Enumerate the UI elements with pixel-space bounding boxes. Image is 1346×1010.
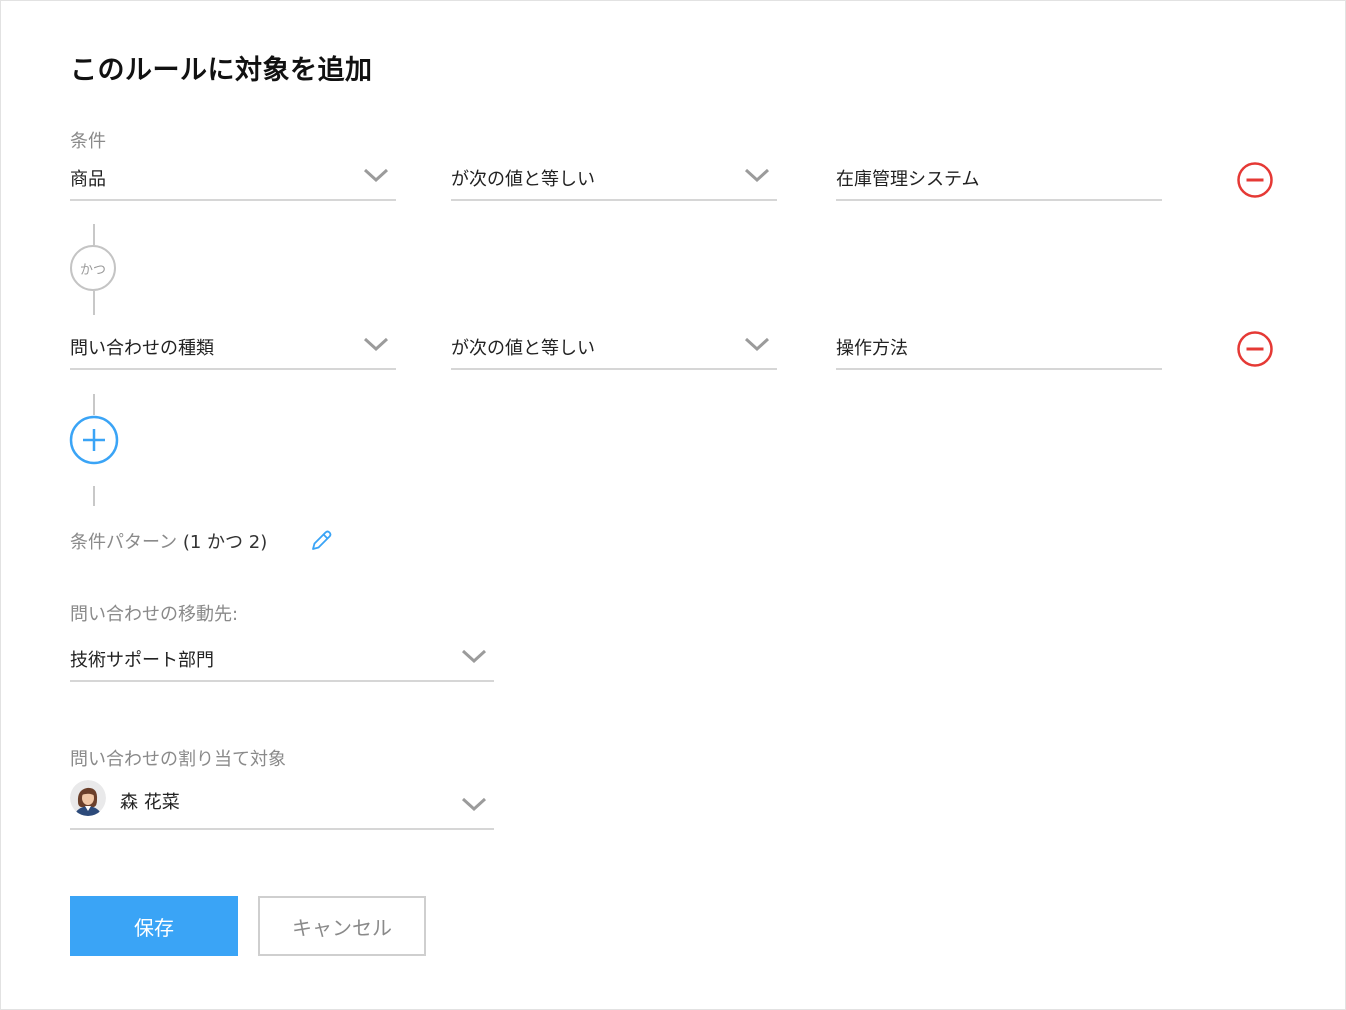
connector-line — [93, 291, 95, 315]
routing-label: 問い合わせの移動先: — [70, 604, 239, 625]
dialog — [0, 0, 1346, 1010]
assignee-name: 森 花菜 — [120, 792, 180, 813]
chevron-down-icon — [461, 649, 487, 664]
chevron-down-icon — [363, 337, 389, 352]
condition-2-field-select[interactable]: 問い合わせの種類 — [70, 324, 396, 370]
pencil-icon — [312, 530, 332, 550]
save-button[interactable]: 保存 — [70, 896, 238, 956]
condition-1-field-select[interactable]: 商品 — [70, 155, 396, 201]
chevron-down-icon — [744, 337, 770, 352]
condition-pattern-value: (1 かつ 2) — [182, 532, 268, 553]
condition-2-operator-select[interactable]: が次の値と等しい — [451, 324, 777, 370]
routing-value: 技術サポート部門 — [70, 650, 214, 671]
condition-1-operator-value: が次の値と等しい — [451, 169, 595, 190]
condition-pattern-label: 条件パターン — [70, 532, 178, 553]
condition-1-value-text: 在庫管理システム — [836, 169, 980, 190]
connector-line — [93, 486, 95, 506]
condition-pattern: 条件パターン (1 かつ 2) — [70, 528, 267, 554]
condition-1-field-value: 商品 — [70, 169, 106, 190]
edit-pattern-button[interactable] — [308, 528, 334, 554]
condition-2-value-input[interactable]: 操作方法 — [836, 324, 1162, 370]
assignee-label: 問い合わせの割り当て対象 — [70, 749, 286, 770]
chevron-down-icon — [461, 797, 487, 812]
condition-1-value-input[interactable]: 在庫管理システム — [836, 155, 1162, 201]
condition-2-value-text: 操作方法 — [836, 338, 908, 359]
and-joiner-badge: かつ — [70, 245, 116, 291]
cancel-button[interactable]: キャンセル — [258, 896, 426, 956]
connector-line — [93, 224, 95, 245]
chevron-down-icon — [363, 168, 389, 183]
assignee-select[interactable]: 森 花菜 — [70, 780, 494, 830]
routing-select[interactable]: 技術サポート部門 — [70, 636, 494, 682]
connector-line — [93, 394, 95, 415]
remove-condition-2-button[interactable] — [1236, 330, 1274, 368]
condition-2-field-value: 問い合わせの種類 — [70, 338, 214, 359]
add-condition-button[interactable] — [69, 415, 119, 465]
remove-condition-1-button[interactable] — [1236, 161, 1274, 199]
dialog-title: このルールに対象を追加 — [70, 55, 373, 86]
condition-2-operator-value: が次の値と等しい — [451, 338, 595, 359]
condition-1-operator-select[interactable]: が次の値と等しい — [451, 155, 777, 201]
chevron-down-icon — [744, 168, 770, 183]
avatar — [70, 780, 106, 816]
conditions-label: 条件 — [70, 131, 106, 152]
